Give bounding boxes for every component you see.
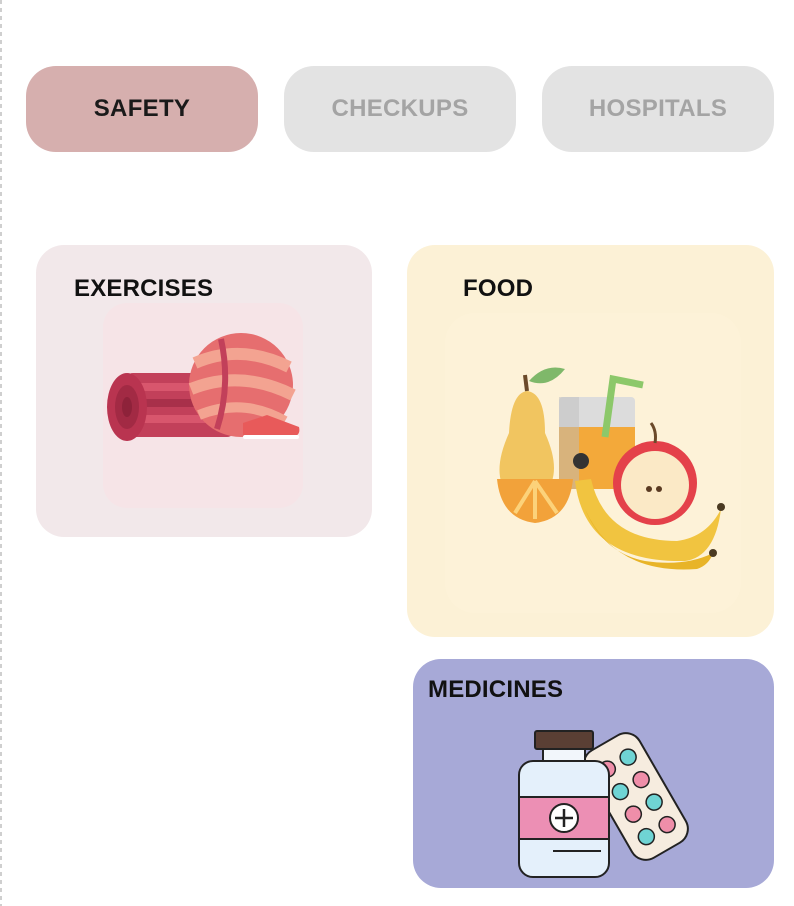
left-border — [0, 0, 2, 906]
food-title: FOOD — [463, 275, 534, 302]
tab-hospitals[interactable]: HOSPITALS — [542, 66, 774, 152]
fruit-juice-icon — [445, 313, 741, 613]
yoga-mat-ball-icon — [103, 303, 303, 508]
exercises-title: EXERCISES — [74, 275, 214, 302]
medicines-card[interactable]: MEDICINES — [413, 659, 774, 888]
medicine-bottle-pills-icon — [513, 727, 693, 879]
tab-safety[interactable]: SAFETY — [26, 66, 258, 152]
exercises-card[interactable]: EXERCISES — [36, 245, 372, 537]
food-card[interactable]: FOOD — [407, 245, 774, 637]
tab-safety-label: SAFETY — [93, 95, 191, 122]
medicines-title: MEDICINES — [428, 676, 564, 703]
tab-checkups[interactable]: CHECKUPS — [284, 66, 516, 152]
tab-checkups-label: CHECKUPS — [331, 95, 469, 122]
tab-hospitals-label: HOSPITALS — [588, 95, 728, 122]
